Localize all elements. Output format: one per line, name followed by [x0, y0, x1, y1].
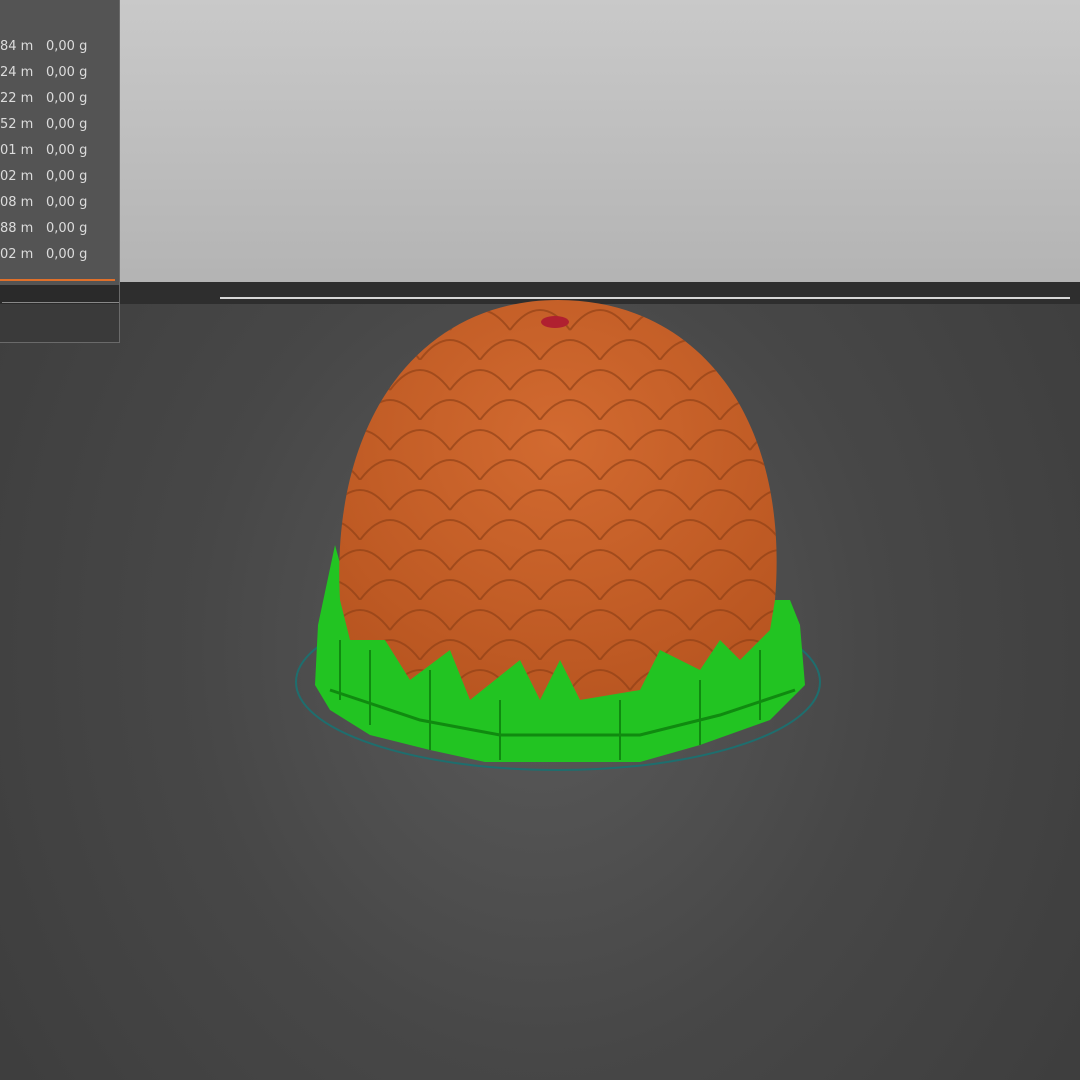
weight-value: 0,00 g: [46, 65, 88, 80]
print-statistics-panel: 84 m 0,00 g 24 m 0,00 g 22 m 0,00 g 52 m 0,0…: [0, 0, 120, 343]
panel-footer: [0, 285, 119, 342]
stats-row: 52 m 0,00 g: [0, 117, 119, 137]
top-seam: [541, 316, 569, 328]
stats-row: 08 m 0,00 g: [0, 195, 119, 215]
stats-row: 02 m 0,00 g: [0, 169, 119, 189]
length-value: 22 m: [0, 91, 34, 106]
length-value: 88 m: [0, 221, 34, 236]
weight-value: 0,00 g: [46, 221, 88, 236]
length-value: 52 m: [0, 117, 34, 132]
length-value: 02 m: [0, 169, 34, 184]
3d-preview-canvas[interactable]: [0, 0, 1080, 1080]
length-value: 08 m: [0, 195, 34, 210]
length-value: 02 m: [0, 247, 34, 262]
stats-row: 02 m 0,00 g: [0, 247, 119, 267]
dome-model: [339, 300, 777, 700]
stats-row: 24 m 0,00 g: [0, 65, 119, 85]
panel-accent-line: [0, 279, 115, 281]
weight-value: 0,00 g: [46, 39, 88, 54]
weight-value: 0,00 g: [46, 247, 88, 262]
weight-value: 0,00 g: [46, 195, 88, 210]
stats-row: 01 m 0,00 g: [0, 143, 119, 163]
weight-value: 0,00 g: [46, 91, 88, 106]
stats-row: 84 m 0,00 g: [0, 39, 119, 59]
weight-value: 0,00 g: [46, 117, 88, 132]
length-value: 24 m: [0, 65, 34, 80]
weight-value: 0,00 g: [46, 169, 88, 184]
stats-row: 88 m 0,00 g: [0, 221, 119, 241]
weight-value: 0,00 g: [46, 143, 88, 158]
length-value: 84 m: [0, 39, 34, 54]
stats-row: 22 m 0,00 g: [0, 91, 119, 111]
length-value: 01 m: [0, 143, 34, 158]
